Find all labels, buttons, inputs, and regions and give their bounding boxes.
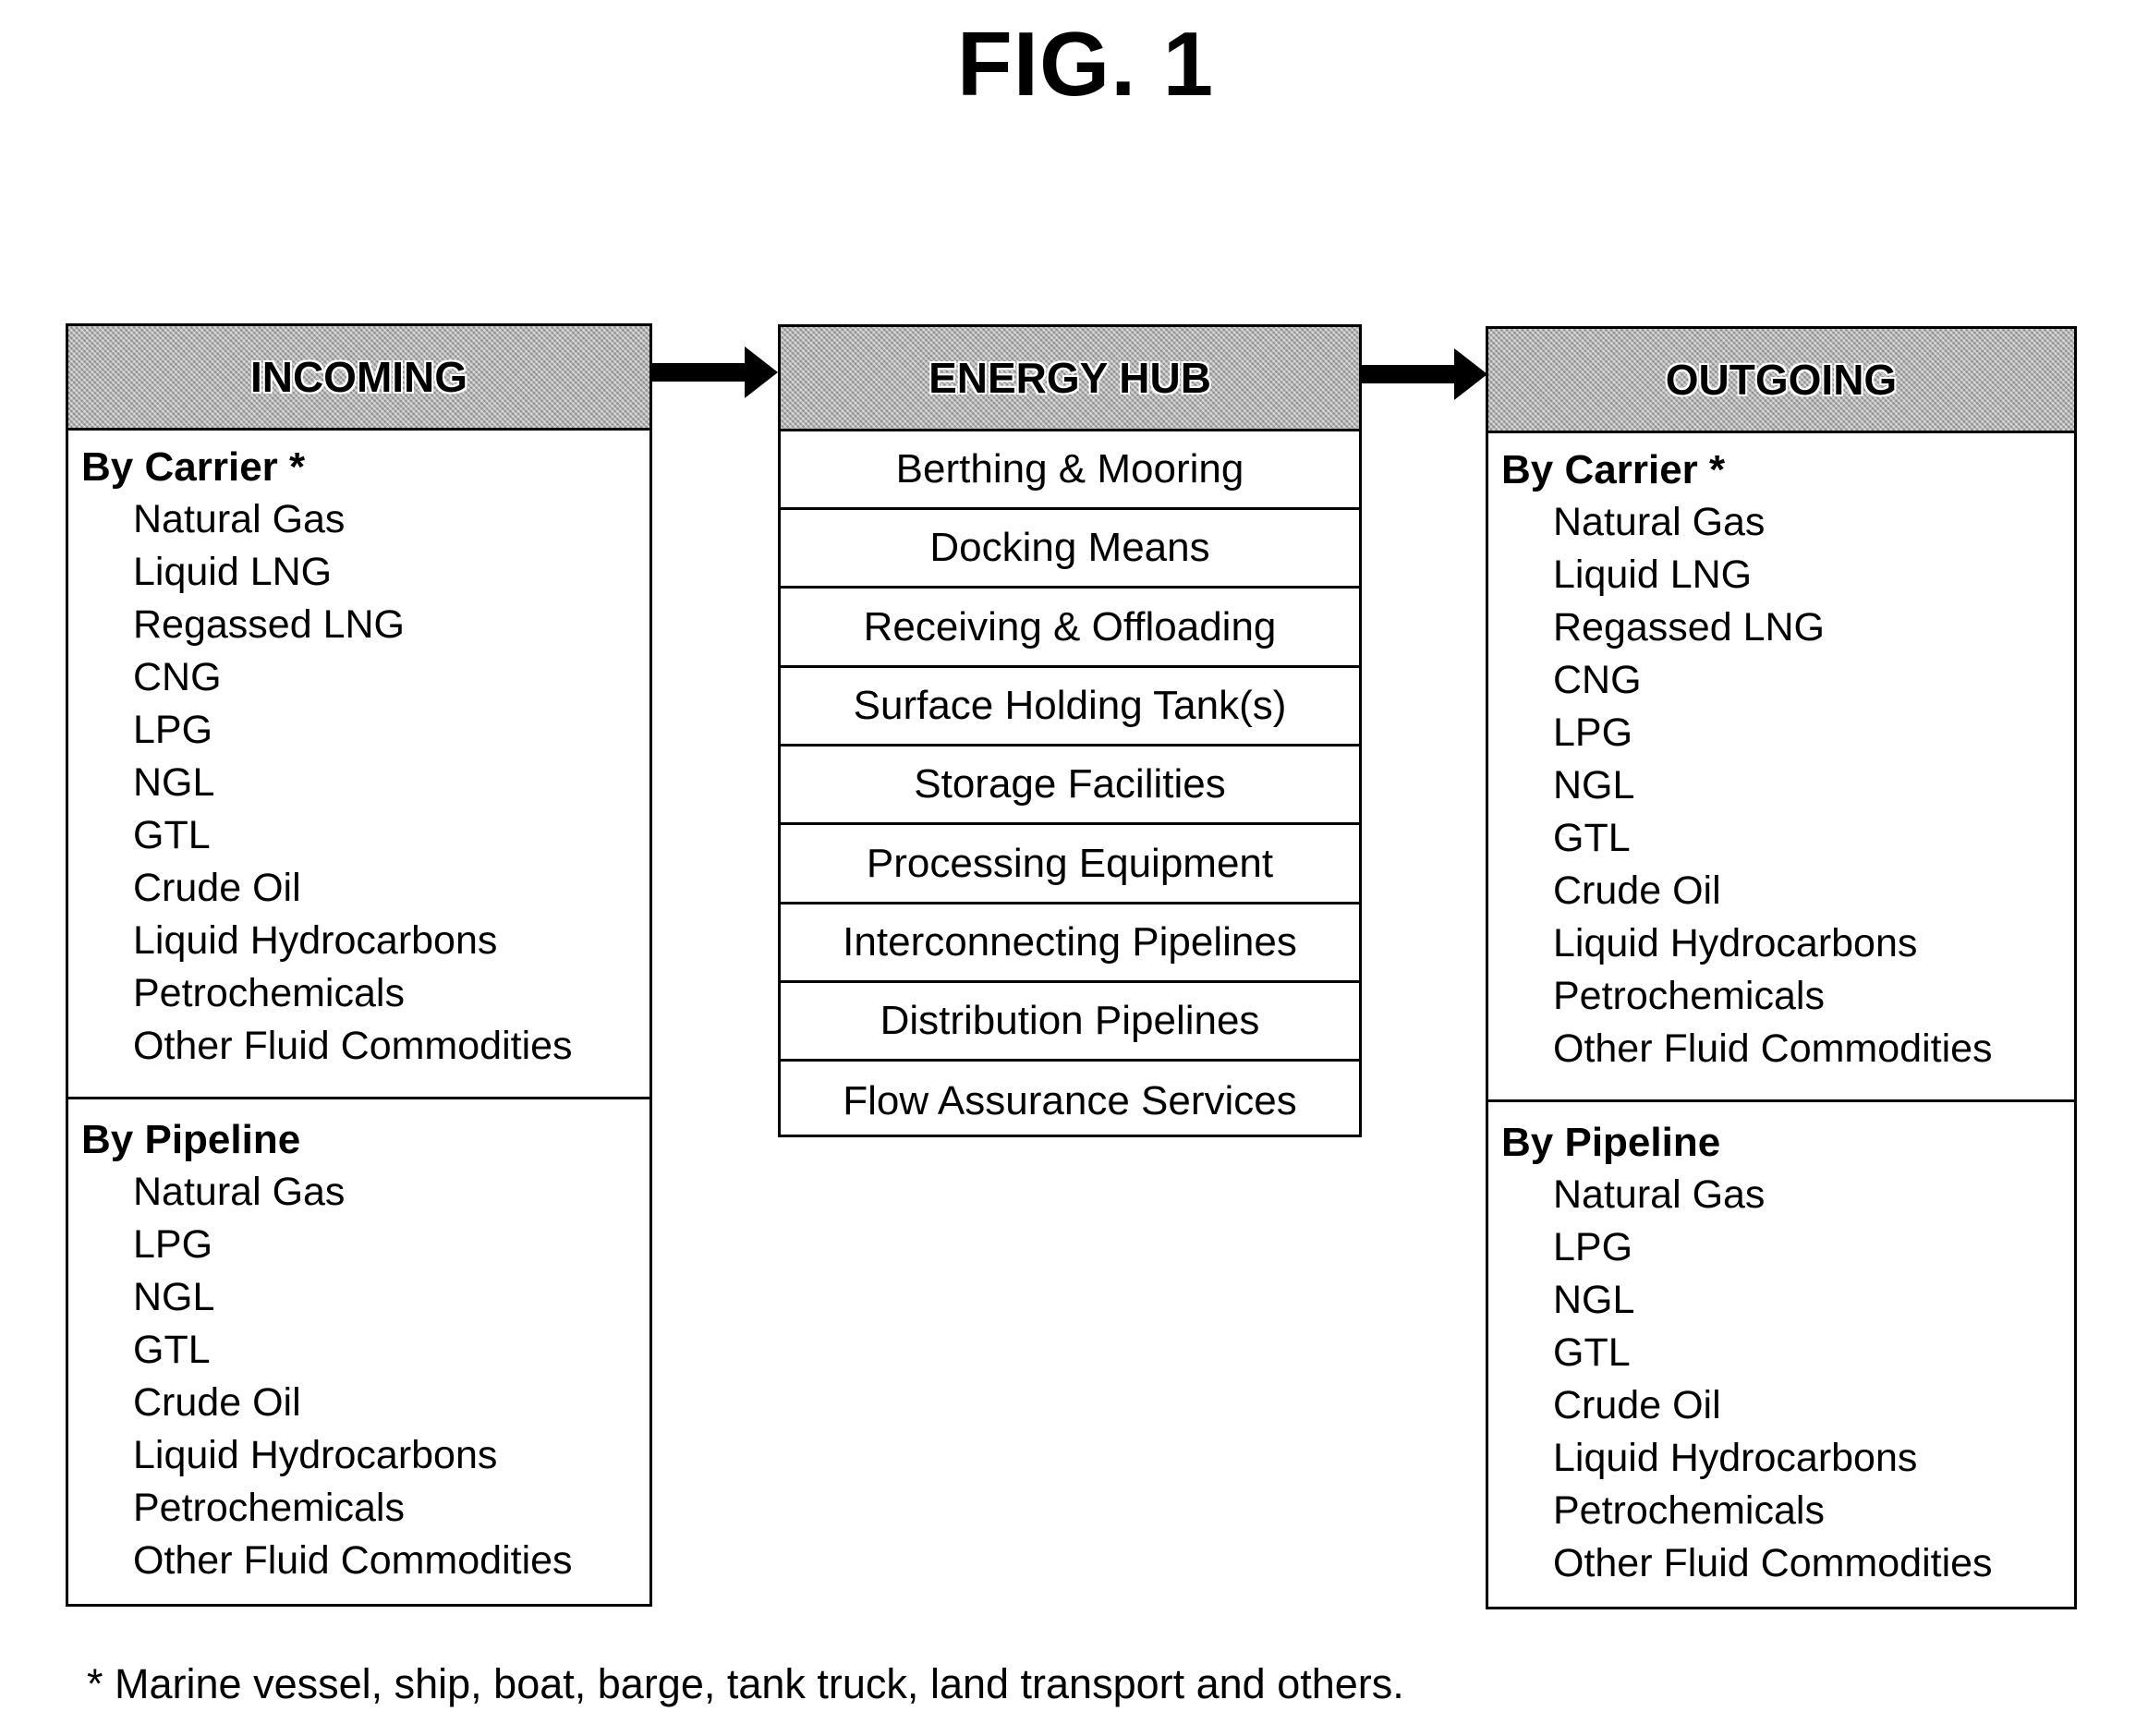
list-item: NGL <box>133 760 215 805</box>
outgoing-by-carrier: By Carrier * Natural Gas Liquid LNG Regass… <box>1488 443 2074 1075</box>
list-item: LPG <box>1553 1225 1633 1269</box>
hub-row: Distribution Pipelines <box>781 983 1359 1062</box>
list-item: CNG <box>133 655 222 699</box>
list-item: Natural Gas <box>133 497 346 541</box>
incoming-header-label: INCOMING <box>249 353 468 401</box>
outgoing-header-label: OUTGOING <box>1665 356 1898 404</box>
list-item: NGL <box>1553 763 1635 807</box>
list-item: Natural Gas <box>1553 500 1766 544</box>
list-item: Crude Oil <box>1553 1383 1721 1427</box>
figure-title: FIG. 1 <box>956 13 1215 115</box>
list-item: Regassed LNG <box>133 602 405 647</box>
list-item: GTL <box>1553 816 1631 860</box>
list-item: Other Fluid Commodities <box>1553 1541 1993 1585</box>
hub-row: Storage Facilities <box>781 747 1359 826</box>
list-item: Petrochemicals <box>1553 1488 1825 1533</box>
list-item: Other Fluid Commodities <box>133 1024 573 1068</box>
arrow-right-icon <box>1360 348 1487 400</box>
list-item: Liquid Hydrocarbons <box>1553 1436 1918 1480</box>
list-item: GTL <box>133 1328 211 1372</box>
hub-row: Interconnecting Pipelines <box>781 904 1359 983</box>
list-item: Liquid Hydrocarbons <box>1553 921 1918 965</box>
outgoing-by-pipeline: By Pipeline Natural Gas LPG NGL GTL Crude Oi… <box>1488 1116 2074 1590</box>
incoming-header: INCOMING <box>68 326 649 431</box>
energy-hub-header: ENERGY HUB <box>781 327 1359 431</box>
energy-hub-header-label: ENERGY HUB <box>928 354 1211 402</box>
list-item: LPG <box>133 1222 213 1267</box>
section-title: By Pipeline <box>81 1117 301 1162</box>
section-title: By Carrier * <box>1501 447 1726 492</box>
list-item: Liquid LNG <box>133 550 333 594</box>
list-item: Petrochemicals <box>133 971 405 1015</box>
hub-row: Processing Equipment <box>781 826 1359 904</box>
outgoing-header: OUTGOING <box>1488 329 2074 433</box>
list-item: GTL <box>1553 1330 1631 1375</box>
list-item: Liquid LNG <box>1553 552 1753 597</box>
list-item: LPG <box>133 708 213 752</box>
list-item: Natural Gas <box>133 1170 346 1214</box>
list-item: Petrochemicals <box>1553 974 1825 1018</box>
arrow-right-icon <box>650 346 778 398</box>
list-item: GTL <box>133 813 211 857</box>
list-item: Other Fluid Commodities <box>1553 1026 1993 1071</box>
list-item: CNG <box>1553 658 1642 702</box>
hub-row: Docking Means <box>781 510 1359 589</box>
hub-row: Berthing & Mooring <box>781 431 1359 510</box>
hub-row: Surface Holding Tank(s) <box>781 668 1359 747</box>
incoming-by-pipeline: By Pipeline Natural Gas LPG NGL GTL Crude Oi… <box>68 1113 649 1587</box>
section-title: By Pipeline <box>1501 1120 1721 1165</box>
list-item: Regassed LNG <box>1553 605 1825 649</box>
list-item: LPG <box>1553 710 1633 755</box>
section-divider <box>68 1097 649 1099</box>
footnote: * Marine vessel, ship, boat, barge, tank… <box>87 1660 1404 1707</box>
outgoing-box: OUTGOING By Carrier * Natural Gas Liquid … <box>1486 326 2077 1609</box>
list-item: Liquid Hydrocarbons <box>133 918 498 963</box>
list-item: NGL <box>1553 1278 1635 1322</box>
section-divider <box>1488 1099 2074 1102</box>
hub-row: Flow Assurance Services <box>843 1077 1297 1123</box>
list-item: Natural Gas <box>1553 1172 1766 1217</box>
energy-hub-box: ENERGY HUB Berthing & Mooring Docking Mea… <box>778 324 1362 1137</box>
incoming-box: INCOMING By Carrier * Natural Gas Liquid … <box>66 323 652 1607</box>
list-item: Crude Oil <box>1553 868 1721 913</box>
section-title: By Carrier * <box>81 444 306 490</box>
incoming-by-carrier: By Carrier * Natural Gas Liquid LNG Regass… <box>68 441 649 1073</box>
list-item: Petrochemicals <box>133 1486 405 1530</box>
hub-row: Receiving & Offloading <box>781 589 1359 668</box>
energy-hub-rows: Berthing & Mooring Docking Means Receiving… <box>781 431 1359 1135</box>
list-item: Liquid Hydrocarbons <box>133 1433 498 1477</box>
list-item: Crude Oil <box>133 866 301 910</box>
list-item: Crude Oil <box>133 1380 301 1425</box>
list-item: NGL <box>133 1275 215 1319</box>
list-item: Other Fluid Commodities <box>133 1538 573 1583</box>
